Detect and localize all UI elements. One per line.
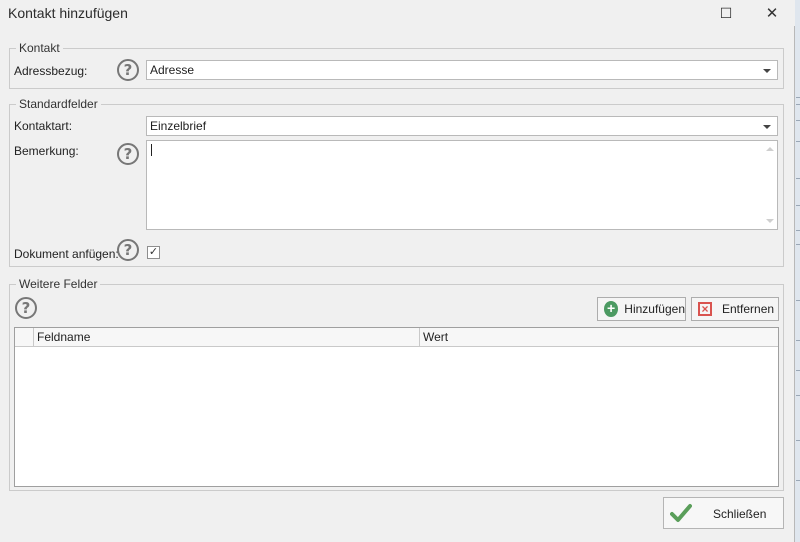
- text-caret: [151, 144, 152, 156]
- add-field-label: Hinzufügen: [624, 302, 685, 316]
- weitere-felder-legend: Weitere Felder: [16, 277, 101, 291]
- kontaktart-label: Kontaktart:: [14, 119, 73, 133]
- window-title: Kontakt hinzufügen: [8, 5, 128, 21]
- column-header-feldname[interactable]: Feldname: [34, 328, 420, 347]
- dokument-anfuegen-checkbox[interactable]: ✓: [147, 246, 160, 259]
- checkmark-icon: [670, 504, 692, 522]
- kontaktart-value: Einzelbrief: [150, 119, 207, 133]
- help-icon[interactable]: ?: [117, 239, 139, 261]
- column-header-wert[interactable]: Wert: [420, 328, 778, 347]
- dialog-window: Kontakt hinzufügen ☐ ✕ Kontakt Adressbez…: [0, 0, 795, 542]
- maximize-icon: ☐: [719, 4, 733, 21]
- help-icon[interactable]: ?: [117, 59, 139, 81]
- close-window-button[interactable]: ✕: [752, 0, 792, 26]
- close-icon: ✕: [765, 5, 779, 22]
- close-button[interactable]: Schließen: [663, 497, 784, 529]
- kontaktart-select[interactable]: Einzelbrief: [146, 116, 778, 136]
- adressbezug-label: Adressbezug:: [14, 64, 88, 78]
- bemerkung-textarea[interactable]: [146, 140, 778, 230]
- close-button-label: Schließen: [713, 507, 767, 521]
- textarea-scrollbar[interactable]: [762, 141, 777, 229]
- adressbezug-select[interactable]: Adresse: [146, 60, 778, 80]
- fields-grid[interactable]: Feldname Wert: [14, 327, 779, 487]
- remove-field-label: Entfernen: [722, 302, 775, 316]
- standardfelder-legend: Standardfelder: [16, 97, 101, 111]
- maximize-button[interactable]: ☐: [706, 0, 746, 26]
- add-field-button[interactable]: + Hinzufügen: [597, 297, 686, 321]
- remove-field-button[interactable]: × Entfernen: [691, 297, 779, 321]
- scroll-up-icon[interactable]: [766, 147, 774, 151]
- row-indicator-header: [15, 328, 34, 347]
- help-icon[interactable]: ?: [117, 143, 139, 165]
- dokument-anfuegen-label: Dokument anfügen:: [14, 247, 119, 261]
- chevron-down-icon: [763, 69, 771, 73]
- grid-header: Feldname Wert: [15, 328, 778, 347]
- scroll-down-icon[interactable]: [766, 219, 774, 223]
- adressbezug-value: Adresse: [150, 63, 195, 77]
- title-bar: Kontakt hinzufügen ☐ ✕: [0, 0, 795, 26]
- help-icon[interactable]: ?: [15, 297, 37, 319]
- bemerkung-label: Bemerkung:: [14, 144, 79, 158]
- plus-circle-icon: +: [604, 301, 619, 317]
- background-window-edge: [795, 0, 800, 542]
- kontakt-legend: Kontakt: [16, 41, 63, 55]
- remove-square-icon: ×: [698, 302, 712, 316]
- chevron-down-icon: [763, 125, 771, 129]
